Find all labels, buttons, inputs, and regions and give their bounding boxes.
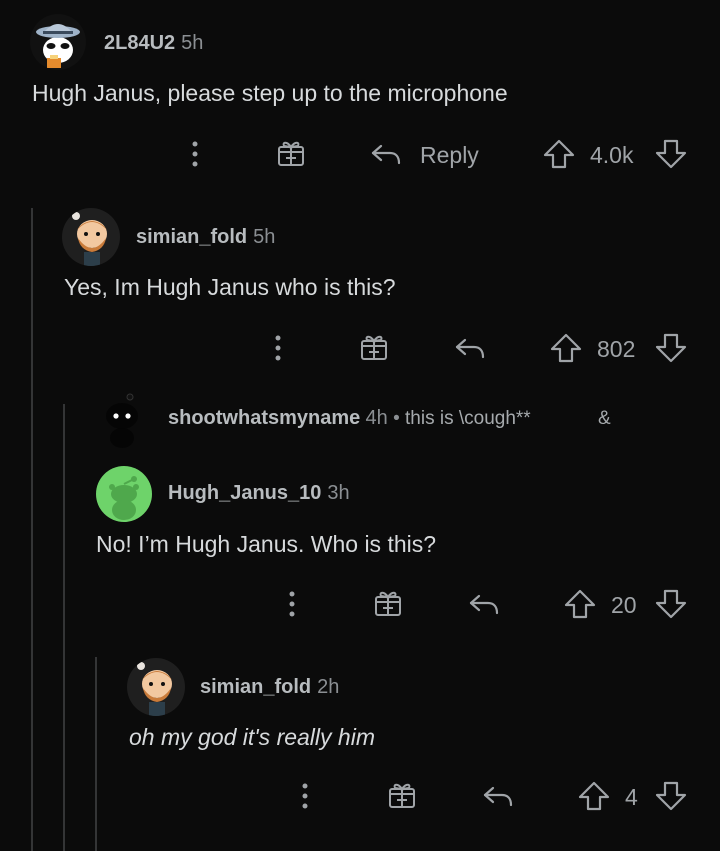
timestamp: 3h [327, 482, 350, 504]
comment-author[interactable]: Hugh_Janus_10 3h [168, 482, 350, 505]
upvote-arrow-icon[interactable] [563, 588, 597, 620]
snoo-avatar-green [109, 476, 139, 520]
reply-arrow-icon[interactable] [468, 590, 500, 618]
snoo-avatar-hat [36, 24, 80, 68]
reply-button[interactable]: Reply [420, 142, 479, 169]
upvote-arrow-icon[interactable] [542, 138, 576, 170]
timestamp: 2h [317, 676, 340, 698]
vote-score: 4 [625, 784, 638, 810]
thread-line-level-3[interactable] [95, 657, 97, 851]
snoo-avatar-dark [106, 393, 138, 448]
username[interactable]: Hugh_Janus_10 [168, 482, 321, 504]
gift-award-icon[interactable] [276, 138, 306, 168]
vote-score: 4.0k [590, 142, 634, 168]
upvote-arrow-icon[interactable] [577, 780, 611, 812]
reply-arrow-icon[interactable] [482, 782, 514, 810]
more-vertical-icon[interactable] [271, 334, 285, 362]
more-vertical-icon[interactable] [285, 590, 299, 618]
more-vertical-icon[interactable] [188, 140, 202, 168]
downvote-arrow-icon[interactable] [654, 780, 688, 812]
comment-body: No! I’m Hugh Janus. Who is this? [96, 531, 437, 557]
comment-preview-trailing: & [598, 408, 611, 429]
avatar[interactable] [96, 392, 152, 448]
comment-author[interactable]: 2L84U2 5h [104, 32, 203, 55]
gift-award-icon[interactable] [373, 588, 403, 618]
gift-award-icon[interactable] [387, 780, 417, 810]
avatar[interactable] [62, 208, 120, 266]
gift-award-icon[interactable] [359, 332, 389, 362]
timestamp: 5h [181, 32, 204, 54]
username[interactable]: shootwhatsmyname [168, 407, 360, 429]
username[interactable]: simian_fold [200, 676, 311, 698]
reply-arrow-icon[interactable] [454, 334, 486, 362]
downvote-arrow-icon[interactable] [654, 138, 688, 170]
avatar[interactable] [96, 466, 152, 522]
comment-author[interactable]: simian_fold 5h [136, 226, 275, 249]
comment-body: Yes, Im Hugh Janus who is this? [64, 274, 396, 300]
downvote-arrow-icon[interactable] [654, 588, 688, 620]
upvote-arrow-icon[interactable] [549, 332, 583, 364]
reply-arrow-icon[interactable] [370, 140, 402, 168]
downvote-arrow-icon[interactable] [654, 332, 688, 364]
thread-line-level-1[interactable] [31, 208, 33, 851]
thread-line-level-2[interactable] [63, 404, 65, 851]
username[interactable]: simian_fold [136, 226, 247, 248]
avatar[interactable] [127, 658, 185, 716]
timestamp: 5h [253, 226, 276, 248]
comment-body: oh my god it's really him [129, 724, 375, 750]
snoo-avatar-beard [72, 212, 107, 266]
comment-body: Hugh Janus, please step up to the microp… [32, 80, 508, 106]
avatar[interactable] [30, 14, 86, 70]
comment-author[interactable]: simian_fold 2h [200, 676, 339, 699]
snoo-avatar-beard [137, 662, 172, 716]
comment-preview: this is \cough** [405, 408, 531, 429]
more-vertical-icon[interactable] [298, 782, 312, 810]
vote-score: 20 [611, 592, 637, 618]
vote-score: 802 [597, 336, 636, 362]
collapsed-comment-line[interactable]: shootwhatsmyname 4h • this is \cough** [168, 407, 531, 430]
timestamp: 4h [365, 407, 388, 429]
username[interactable]: 2L84U2 [104, 32, 175, 54]
meta-separator: • [393, 408, 400, 429]
